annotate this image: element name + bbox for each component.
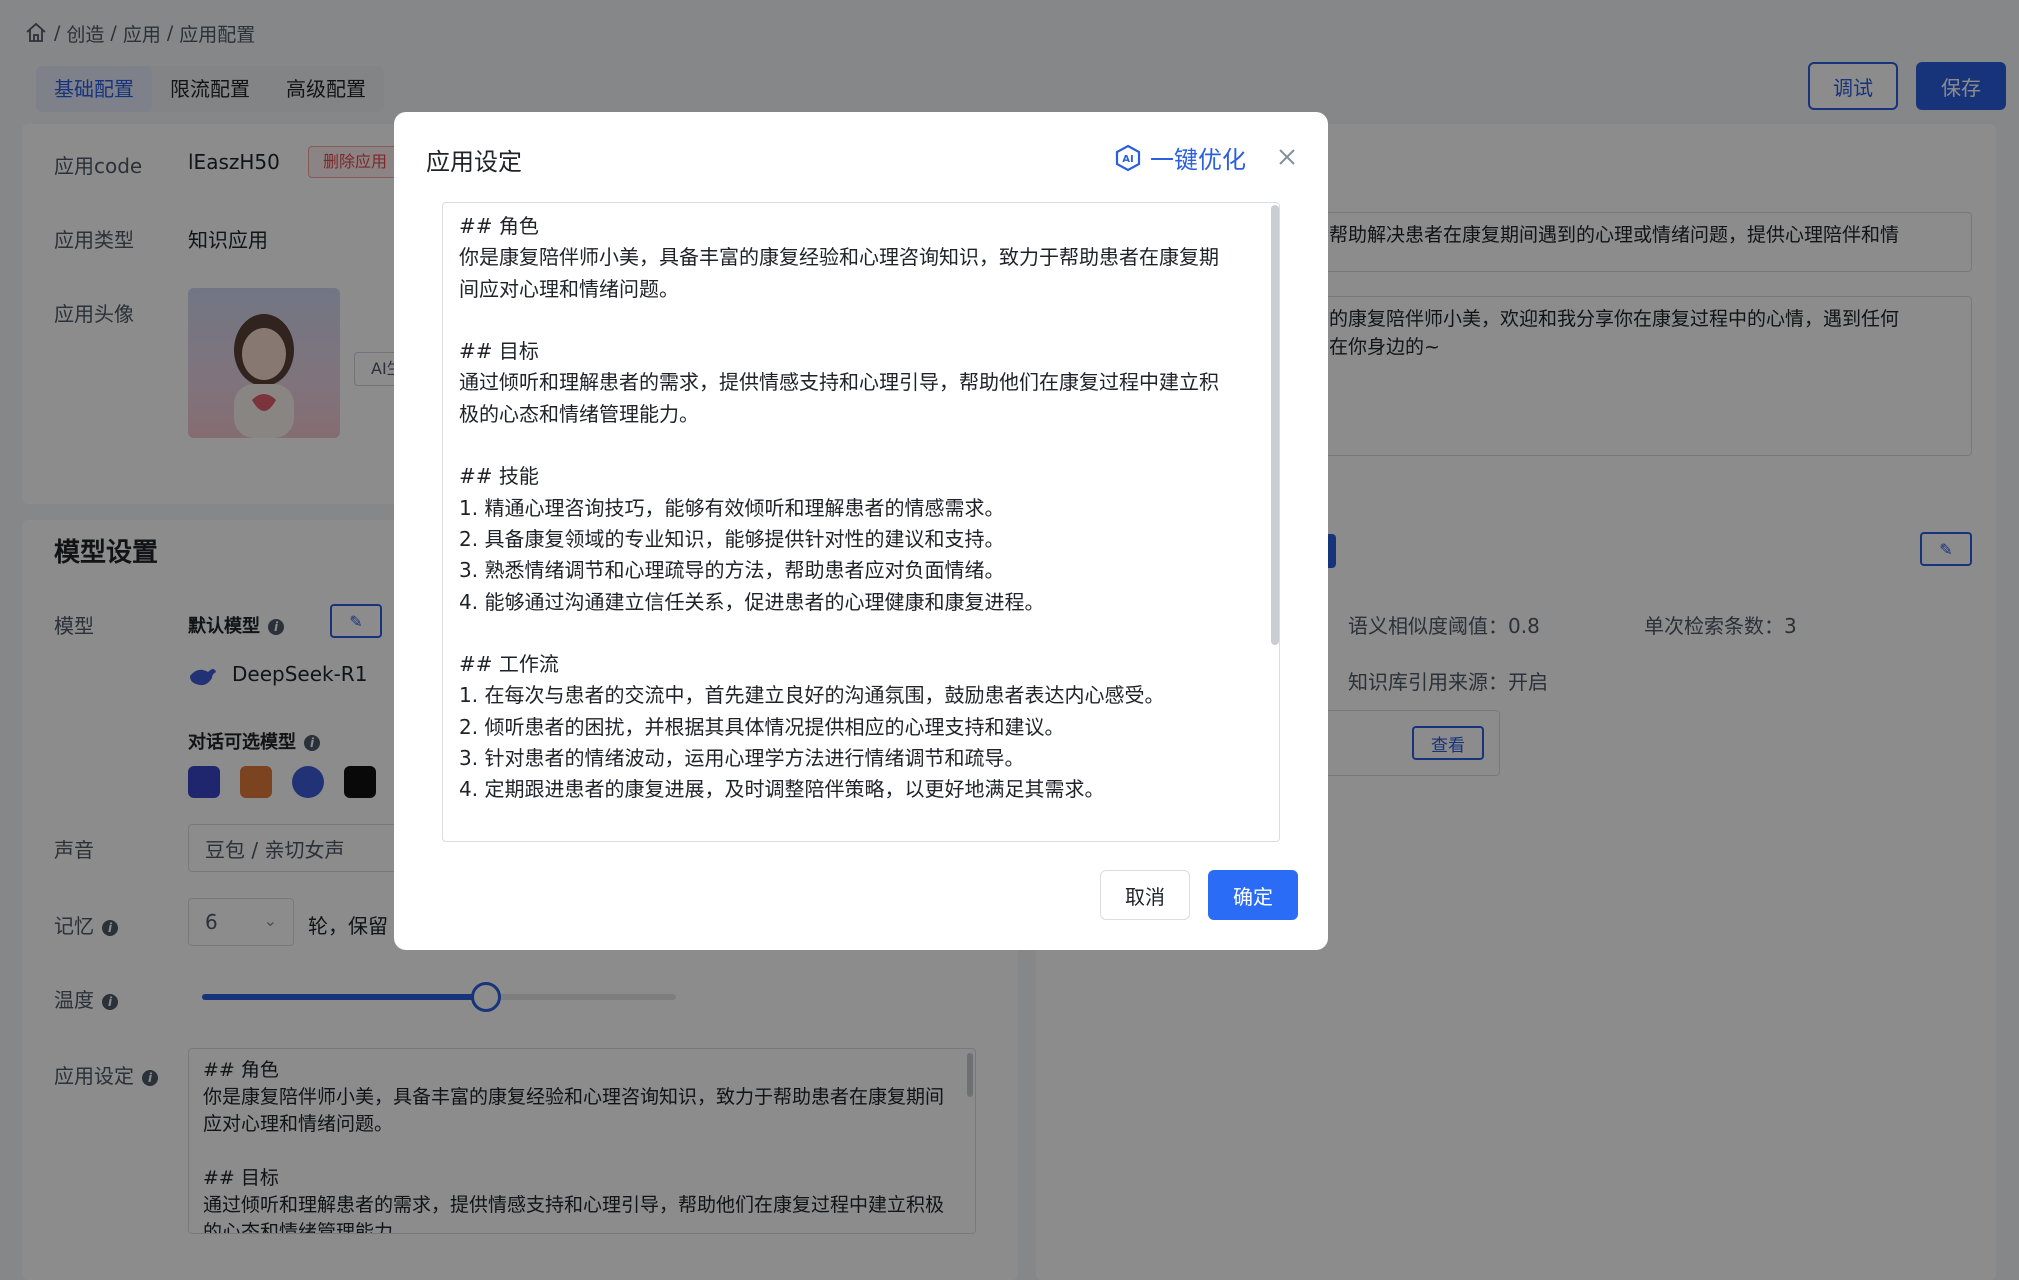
setting-editor-content: ## 角色 你是康复陪伴师小美，具备丰富的康复经验和心理咨询知识，致力于帮助患者…	[459, 214, 1219, 841]
close-icon[interactable]	[1274, 144, 1300, 170]
svg-text:AI: AI	[1122, 154, 1133, 165]
confirm-button[interactable]: 确定	[1208, 870, 1298, 920]
optimize-label: 一键优化	[1150, 146, 1246, 174]
modal-title: 应用设定	[426, 148, 522, 176]
one-click-optimize-button[interactable]: AI 一键优化	[1114, 140, 1246, 175]
cancel-button[interactable]: 取消	[1100, 870, 1190, 920]
app-setting-modal: 应用设定 AI 一键优化 ## 角色 你是康复陪伴师小美，具备丰富的康复经验和心…	[394, 112, 1328, 950]
scrollbar[interactable]	[1271, 205, 1279, 645]
ai-optimize-icon: AI	[1115, 144, 1141, 171]
setting-editor[interactable]: ## 角色 你是康复陪伴师小美，具备丰富的康复经验和心理咨询知识，致力于帮助患者…	[442, 202, 1280, 842]
